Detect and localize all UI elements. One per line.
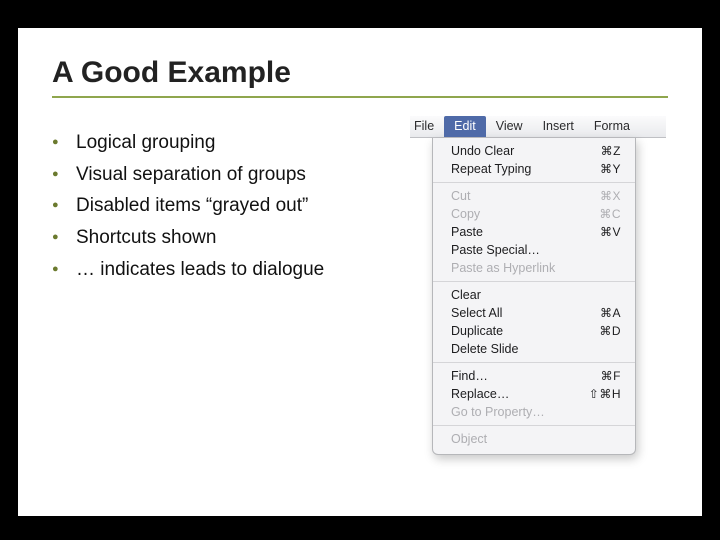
menu-separator bbox=[433, 362, 635, 363]
menu-item-find[interactable]: Find… ⌘F bbox=[433, 367, 635, 385]
menu-item-shortcut: ⌘X bbox=[600, 189, 621, 203]
menubar-item-edit[interactable]: Edit bbox=[444, 116, 486, 137]
menu-item-label: Undo Clear bbox=[451, 144, 514, 158]
menu-item-label: Cut bbox=[451, 189, 470, 203]
menu-item-label: Repeat Typing bbox=[451, 162, 531, 176]
menu-item-clear[interactable]: Clear bbox=[433, 286, 635, 304]
menu-item-label: Paste Special… bbox=[451, 243, 540, 257]
bullet-list: ●Logical grouping ●Visual separation of … bbox=[52, 124, 357, 288]
list-item: ●Visual separation of groups bbox=[52, 162, 357, 188]
menu-item-paste-special[interactable]: Paste Special… bbox=[433, 241, 635, 259]
menu-item-label: Find… bbox=[451, 369, 488, 383]
bullet-icon: ● bbox=[52, 257, 76, 283]
list-item: ●Shortcuts shown bbox=[52, 225, 357, 251]
menu-item-label: Copy bbox=[451, 207, 480, 221]
menu-item-select-all[interactable]: Select All ⌘A bbox=[433, 304, 635, 322]
bullet-text: Disabled items “grayed out” bbox=[76, 193, 308, 219]
bullet-text: Shortcuts shown bbox=[76, 225, 216, 251]
menu-item-label: Paste as Hyperlink bbox=[451, 261, 555, 275]
menu-separator bbox=[433, 182, 635, 183]
menu-item-delete-slide[interactable]: Delete Slide bbox=[433, 340, 635, 358]
list-item: ●Logical grouping bbox=[52, 130, 357, 156]
menu-item-label: Clear bbox=[451, 288, 481, 302]
menu-item-paste-hyperlink[interactable]: Paste as Hyperlink bbox=[433, 259, 635, 277]
slide-title: A Good Example bbox=[52, 56, 668, 90]
menu-item-shortcut: ⌘A bbox=[600, 306, 621, 320]
bullet-text: … indicates leads to dialogue bbox=[76, 257, 324, 283]
menu-item-shortcut: ⌘C bbox=[599, 207, 621, 221]
slide: A Good Example ●Logical grouping ●Visual… bbox=[18, 28, 702, 516]
title-underline bbox=[52, 96, 668, 98]
menubar-item-format[interactable]: Forma bbox=[584, 116, 640, 137]
bullet-icon: ● bbox=[52, 225, 76, 251]
list-item: ●Disabled items “grayed out” bbox=[52, 193, 357, 219]
menu-item-object[interactable]: Object bbox=[433, 430, 635, 448]
menu-item-label: Replace… bbox=[451, 387, 509, 401]
bullet-text: Logical grouping bbox=[76, 130, 215, 156]
edit-dropdown: Undo Clear ⌘Z Repeat Typing ⌘Y Cut ⌘X Co… bbox=[432, 138, 636, 455]
menubar-item-insert[interactable]: Insert bbox=[533, 116, 584, 137]
list-item: ●… indicates leads to dialogue bbox=[52, 257, 357, 283]
bullet-text: Visual separation of groups bbox=[76, 162, 306, 188]
bullet-icon: ● bbox=[52, 162, 76, 188]
menu-separator bbox=[433, 281, 635, 282]
menu-item-shortcut: ⇧⌘H bbox=[589, 387, 621, 401]
bullet-icon: ● bbox=[52, 130, 76, 156]
menu-item-cut[interactable]: Cut ⌘X bbox=[433, 187, 635, 205]
menu-item-copy[interactable]: Copy ⌘C bbox=[433, 205, 635, 223]
menu-item-shortcut: ⌘D bbox=[599, 324, 621, 338]
bullet-icon: ● bbox=[52, 193, 76, 219]
menu-separator bbox=[433, 425, 635, 426]
menubar-item-view[interactable]: View bbox=[486, 116, 533, 137]
menu-item-duplicate[interactable]: Duplicate ⌘D bbox=[433, 322, 635, 340]
menu-item-label: Go to Property… bbox=[451, 405, 545, 419]
menu-item-shortcut: ⌘F bbox=[601, 369, 621, 383]
menubar-item-file[interactable]: File bbox=[410, 116, 444, 137]
menu-item-go-to-property[interactable]: Go to Property… bbox=[433, 403, 635, 421]
menu-item-label: Paste bbox=[451, 225, 483, 239]
menu-item-shortcut: ⌘Z bbox=[601, 144, 621, 158]
menu-item-repeat[interactable]: Repeat Typing ⌘Y bbox=[433, 160, 635, 178]
menu-item-shortcut: ⌘Y bbox=[600, 162, 621, 176]
menubar: File Edit View Insert Forma bbox=[410, 116, 666, 138]
menu-screenshot: File Edit View Insert Forma Undo Clear ⌘… bbox=[410, 116, 666, 455]
menu-item-label: Object bbox=[451, 432, 487, 446]
menu-item-label: Delete Slide bbox=[451, 342, 518, 356]
menu-item-replace[interactable]: Replace… ⇧⌘H bbox=[433, 385, 635, 403]
menu-item-paste[interactable]: Paste ⌘V bbox=[433, 223, 635, 241]
menu-item-shortcut: ⌘V bbox=[600, 225, 621, 239]
menu-item-undo[interactable]: Undo Clear ⌘Z bbox=[433, 142, 635, 160]
menu-item-label: Duplicate bbox=[451, 324, 503, 338]
menu-item-label: Select All bbox=[451, 306, 502, 320]
